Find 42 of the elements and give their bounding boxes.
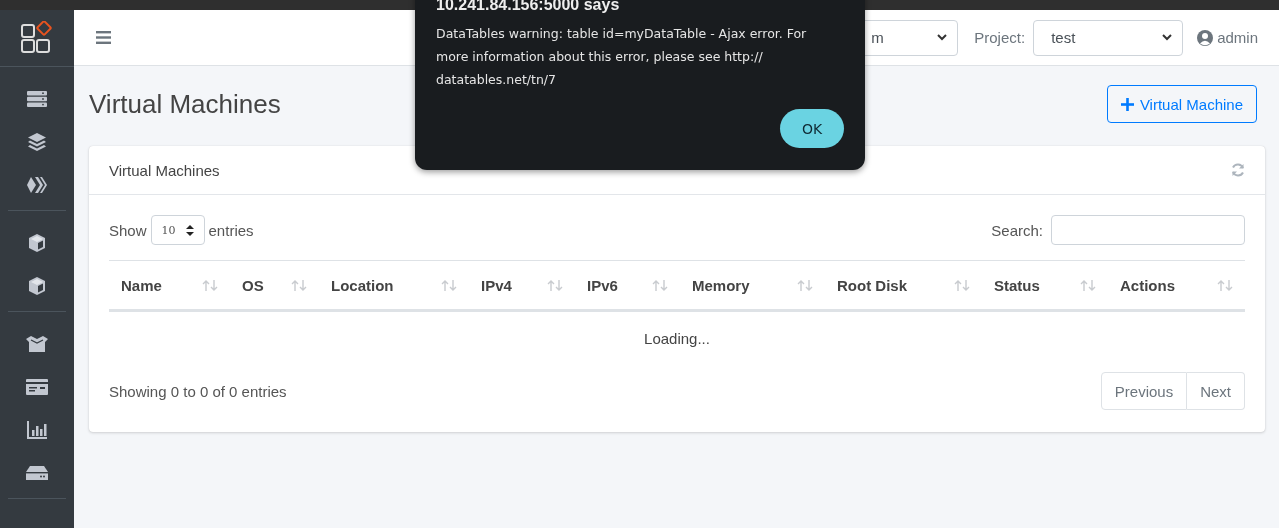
cube-icon[interactable] [28, 233, 46, 252]
user-icon [1197, 29, 1214, 46]
dialog-message: DataTables warning: table id=myDataTable - Ajax error. For more information about this error, please see http:// datatables.net/tn/7 [436, 25, 808, 89]
column-header[interactable]: Location [319, 260, 469, 311]
drive-icon[interactable] [26, 465, 48, 480]
table-info: Showing 0 to 0 of 0 entries [109, 382, 287, 400]
select-field[interactable]: test [1033, 19, 1184, 56]
show-label: Show [109, 221, 147, 239]
pagination-button[interactable]: Previous [1100, 372, 1188, 410]
layers-icon[interactable] [28, 132, 46, 151]
search-label: Search: [991, 221, 1043, 239]
open-box-icon[interactable] [26, 335, 48, 352]
page-title: Virtual Machines [89, 88, 281, 120]
search-field[interactable] [1051, 215, 1245, 245]
cube-icon[interactable] [28, 276, 46, 295]
column-header[interactable]: IPv6 [575, 260, 680, 311]
menu-icon[interactable] [96, 31, 111, 44]
card-icon[interactable] [26, 378, 48, 395]
chevron-down-icon [937, 34, 948, 41]
add-vm-button[interactable]: Virtual Machine [1106, 85, 1257, 123]
logo-icon[interactable] [21, 21, 53, 55]
column-header[interactable]: Actions [1108, 260, 1245, 311]
column-header[interactable]: OS [230, 260, 319, 311]
column-header[interactable]: Memory [680, 260, 825, 311]
chevrons-icon[interactable] [27, 176, 47, 193]
column-header[interactable]: Status [982, 260, 1108, 311]
ok-button[interactable]: OK [780, 109, 844, 148]
column-header[interactable]: Root Disk [825, 260, 982, 311]
server-icon[interactable] [27, 90, 47, 107]
entries-select[interactable]: 10 [150, 215, 205, 245]
chevron-down-icon [1162, 34, 1173, 41]
column-header[interactable]: IPv4 [469, 260, 575, 311]
plus-icon [1120, 97, 1134, 111]
column-header[interactable]: Name [109, 260, 230, 311]
project-label: Project: [974, 29, 1026, 46]
sort-arrows-icon [185, 224, 194, 236]
card-title: Virtual Machines [109, 161, 220, 179]
pagination-button[interactable]: Next [1187, 372, 1245, 410]
bar-chart-icon[interactable] [27, 420, 47, 439]
entries-label: entries [208, 221, 254, 239]
user-menu[interactable]: admin [1197, 29, 1258, 46]
loading-message: Loading... [644, 329, 710, 347]
